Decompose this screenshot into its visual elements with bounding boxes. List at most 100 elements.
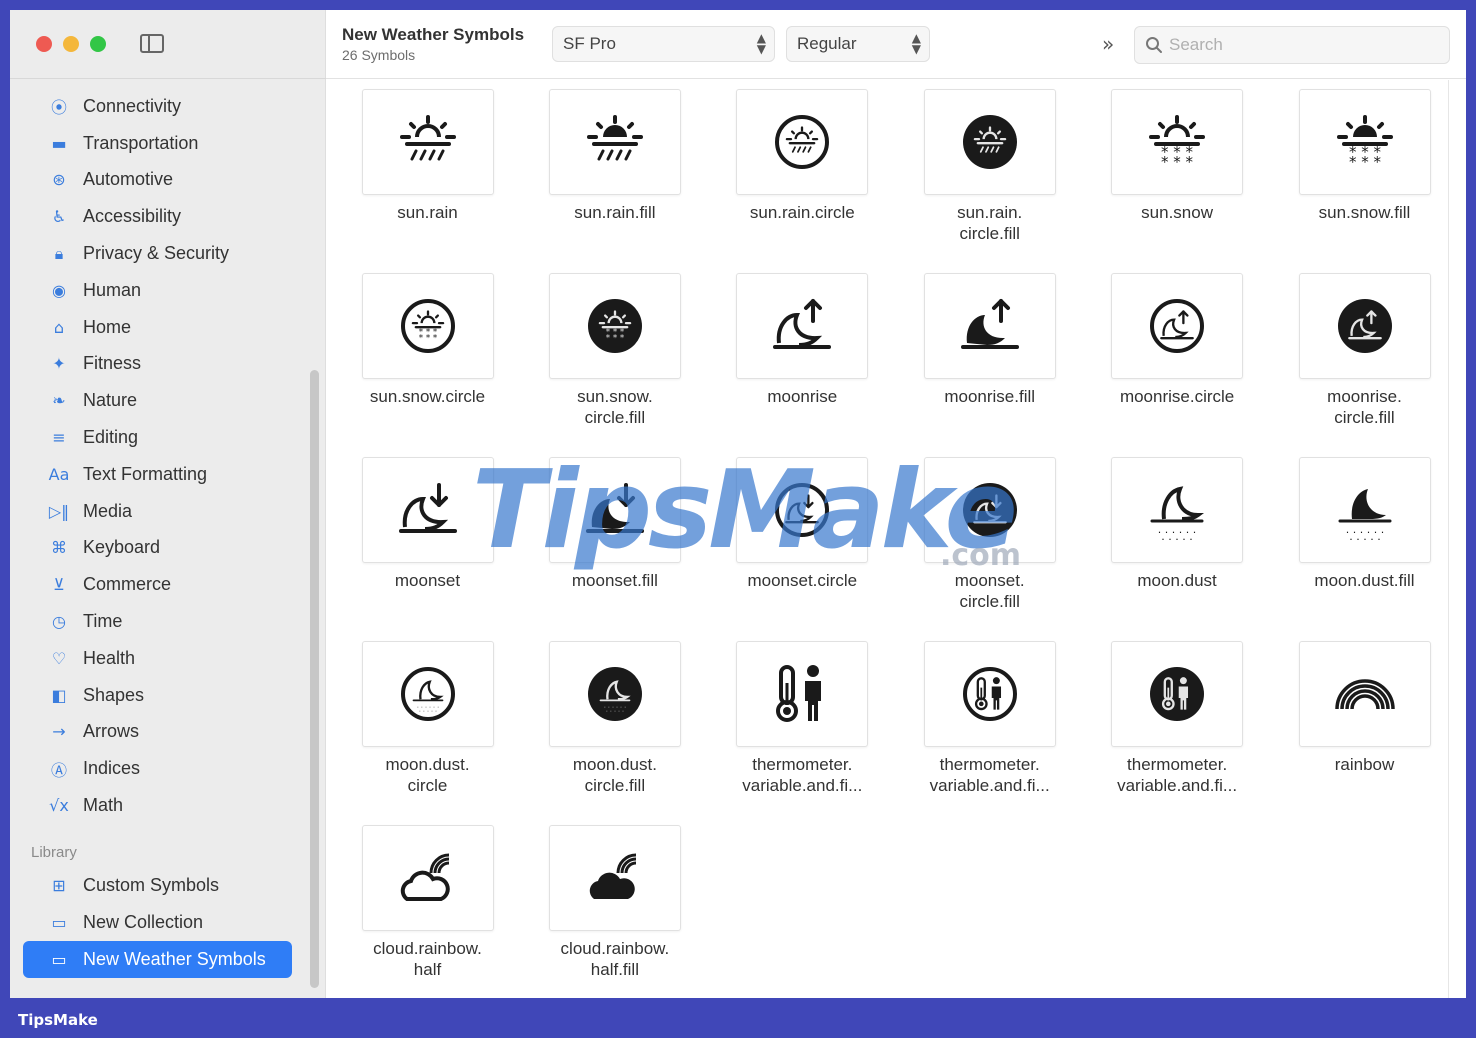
sidebar-item-keyboard[interactable]: ⌘ Keyboard [10,530,326,567]
library-item-new-collection[interactable]: ▭ New Collection [10,904,326,941]
symbol-tile[interactable] [923,273,1056,379]
symbol-tile[interactable] [923,89,1056,195]
sidebar-item-transportation[interactable]: ▬ Transportation [10,125,326,162]
symbol-tile[interactable] [1298,273,1431,379]
symbol-tile[interactable]: * * * * * * [1111,89,1244,195]
sidebar-item-label: Fitness [83,353,142,374]
svg-text:. . . . .: . . . . . [1349,530,1380,543]
steering-wheel-icon: ⊛ [52,170,66,190]
zoom-window-button[interactable] [90,36,106,52]
symbol-tile[interactable] [1111,273,1244,379]
symbol-cell[interactable]: thermometer. variable.and.fi... [1084,641,1271,796]
search-input[interactable] [1169,27,1439,63]
font-popup[interactable]: SF Pro ▲ ▼ [552,26,775,62]
symbol-cell[interactable]: * * * * * * sun.snow.circle [334,273,521,407]
symbol-cell[interactable]: . . . . . .. . . . . moon.dust [1084,457,1271,591]
symbol-name: thermometer. variable.and.fi... [742,755,863,795]
moon-dust-fill-icon: . . . . . .. . . . . [1338,489,1391,543]
symbol-name: moonrise [767,387,838,406]
sidebar-item-automotive[interactable]: ⊛ Automotive [10,162,326,199]
symbol-tile[interactable]: * * * * * * [1298,89,1431,195]
symbol-name: sun.snow [1141,203,1213,222]
symbol-tile[interactable]: * * * * * * [548,273,681,379]
sidebar-scrollbar[interactable] [310,370,319,988]
symbol-cell[interactable]: sun.rain [334,89,521,223]
symbol-tile[interactable]: . . . . . .. . . . . [548,641,681,747]
sidebar-item-time[interactable]: ◷ Time [10,603,326,640]
sidebar-item-editing[interactable]: ≡ Editing [10,419,326,456]
symbol-tile[interactable] [548,825,681,931]
symbol-cell[interactable]: thermometer. variable.and.fi... [709,641,896,796]
sidebar-item-health[interactable]: ♡ Health [10,640,326,677]
sidebar-item-home[interactable]: ⌂ Home [10,309,326,346]
library-item-new-weather-symbols[interactable]: ▭ New Weather Symbols [23,940,292,978]
symbol-tile[interactable] [1111,641,1244,747]
antenna-icon: ⦿ [50,98,67,118]
search-field[interactable] [1134,26,1450,64]
symbol-cell[interactable]: moonrise. circle.fill [1271,273,1458,428]
library-item-custom-symbols[interactable]: ⊞ Custom Symbols [10,867,326,904]
symbol-cell[interactable]: moonrise.circle [1084,273,1271,407]
close-window-button[interactable] [36,36,52,52]
symbol-cell[interactable]: . . . . . .. . . . . moon.dust. circle.fi… [521,641,708,796]
sidebar-toggle-icon[interactable] [140,34,164,53]
library-list: ⊞ Custom Symbols ▭ New Collection ▭ New Weath… [10,867,326,978]
symbol-tile[interactable] [923,641,1056,747]
arrow-right-icon: → [52,722,66,742]
symbol-tile[interactable] [361,89,494,195]
sidebar-item-human[interactable]: ◉ Human [10,272,326,309]
sidebar-item-label: Automotive [83,169,174,190]
symbol-cell[interactable]: * * * * * * sun.snow. circle.fill [521,273,708,428]
symbol-cell[interactable]: sun.rain.circle [709,89,896,223]
svg-text:. . . . .: . . . . . [606,705,624,713]
sidebar-item-nature[interactable]: ❧ Nature [10,382,326,419]
symbol-tile[interactable] [361,825,494,931]
symbol-cell[interactable]: * * * * * * sun.snow.fill [1271,89,1458,223]
symbol-cell[interactable]: * * * * * * sun.snow [1084,89,1271,223]
font-popup-value: SF Pro [563,34,616,53]
svg-text:. . . . .: . . . . . [418,705,436,713]
symbol-tile[interactable] [1298,641,1431,747]
sidebar-item-shapes[interactable]: ◧ Shapes [10,677,326,714]
search-icon [1146,37,1162,53]
symbol-cell[interactable]: moonrise [709,273,896,407]
sidebar-item-arrows[interactable]: → Arrows [10,714,326,751]
sidebar-item-connectivity[interactable]: ⦿ Connectivity [10,88,326,125]
symbol-cell[interactable]: cloud.rainbow. half.fill [521,825,708,980]
symbol-cell[interactable]: cloud.rainbow. half [334,825,521,980]
collection-title: New Weather Symbols [342,25,525,44]
symbol-name: moon.dust.fill [1314,571,1415,590]
moonset-icon [398,483,457,533]
symbol-cell[interactable]: . . . . . .. . . . . moon.dust. circle [334,641,521,796]
shapes-icon: ◧ [51,685,67,705]
symbol-tile[interactable] [736,641,869,747]
symbol-cell[interactable]: moonrise.fill [896,273,1083,407]
symbol-cell[interactable]: rainbow [1271,641,1458,775]
symbol-tile[interactable] [548,89,681,195]
symbol-name: thermometer. variable.and.fi... [1117,755,1238,795]
sidebar-item-media[interactable]: ▷‖ Media [10,493,326,530]
sidebar-item-text-formatting[interactable]: Aa Text Formatting [10,456,326,493]
symbol-name: moonrise.circle [1119,387,1235,406]
symbol-cell[interactable]: sun.rain. circle.fill [896,89,1083,244]
sidebar-item-privacy-security[interactable]: 🔒︎ Privacy & Security [10,235,326,272]
toolbar-overflow-button[interactable]: » [1102,32,1114,56]
symbol-tile[interactable]: . . . . . .. . . . . [1111,457,1244,563]
weight-popup[interactable]: Regular ▲ ▼ [786,26,930,62]
symbol-cell[interactable]: sun.rain.fill [521,89,708,223]
sidebar-item-indices[interactable]: Ⓐ Indices [10,750,326,787]
symbol-tile[interactable] [736,89,869,195]
sidebar-item-accessibility[interactable]: ♿ Accessibility [10,198,326,235]
sidebar-item-commerce[interactable]: ⊻ Commerce [10,566,326,603]
symbol-tile[interactable]: . . . . . .. . . . . [361,641,494,747]
sidebar-item-fitness[interactable]: ✦ Fitness [10,346,326,383]
symbol-tile[interactable]: * * * * * * [361,273,494,379]
minimize-window-button[interactable] [63,36,79,52]
sidebar-item-math[interactable]: √x Math [10,787,326,824]
symbol-tile[interactable]: . . . . . .. . . . . [1298,457,1431,563]
symbol-cell[interactable]: thermometer. variable.and.fi... [896,641,1083,796]
category-list: ⦿ Connectivity ▬ Transportation ⊛ Automotive ♿… [10,88,326,824]
symbol-count: 26 Symbols [342,47,416,63]
symbol-cell[interactable]: . . . . . .. . . . . moon.dust.fill [1271,457,1458,591]
symbol-tile[interactable] [736,273,869,379]
